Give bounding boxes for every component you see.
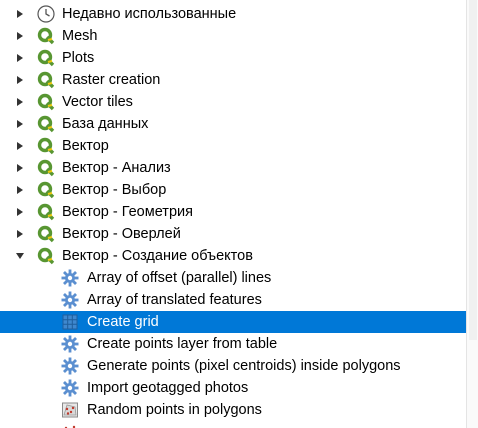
- expand-arrow-icon[interactable]: [14, 135, 26, 157]
- qgis-logo-icon: [36, 180, 56, 200]
- tree-group-label: Raster creation: [62, 72, 161, 88]
- qgis-logo-icon: [36, 202, 56, 222]
- expand-arrow-icon[interactable]: [14, 47, 26, 69]
- tree-group-vector-geometry[interactable]: Вектор - Геометрия: [0, 201, 466, 223]
- expand-arrow-icon[interactable]: [14, 157, 26, 179]
- tree-group-recent[interactable]: Недавно использованные: [0, 3, 466, 25]
- tree-item-partial[interactable]: [0, 421, 466, 428]
- tree-group-plots[interactable]: Plots: [0, 47, 466, 69]
- gear-icon: [60, 268, 80, 288]
- tree-item-label: Create points layer from table: [87, 336, 278, 352]
- tree-group-vector-overlay[interactable]: Вектор - Оверлей: [0, 223, 466, 245]
- random-points-icon: [60, 422, 80, 428]
- tree-group-label: Vector tiles: [62, 94, 133, 110]
- tree-item-create-grid[interactable]: Create grid: [0, 311, 466, 333]
- qgis-logo-icon: [36, 114, 56, 134]
- tree-group-label: Вектор - Оверлей: [62, 226, 181, 242]
- tree-group-vector-tiles[interactable]: Vector tiles: [0, 91, 466, 113]
- gear-icon: [60, 378, 80, 398]
- collapse-arrow-icon[interactable]: [14, 245, 26, 267]
- clock-icon: [36, 4, 56, 24]
- qgis-logo-icon: [36, 246, 56, 266]
- tree-group-label: Вектор: [62, 138, 109, 154]
- tree-group-mesh[interactable]: Mesh: [0, 25, 466, 47]
- tree-group-label: Plots: [62, 50, 95, 66]
- tree-group-label: Вектор - Анализ: [62, 160, 171, 176]
- tree-group-vector-analysis[interactable]: Вектор - Анализ: [0, 157, 466, 179]
- qgis-logo-icon: [36, 70, 56, 90]
- qgis-logo-icon: [36, 158, 56, 178]
- expand-arrow-icon[interactable]: [14, 69, 26, 91]
- expand-arrow-icon[interactable]: [14, 25, 26, 47]
- expand-arrow-icon[interactable]: [14, 201, 26, 223]
- tree-item-pixel-centroids[interactable]: Generate points (pixel centroids) inside…: [0, 355, 466, 377]
- grid-icon: [60, 312, 80, 332]
- tree-item-label: Array of offset (parallel) lines: [87, 270, 272, 286]
- tree-group-label: Mesh: [62, 28, 98, 44]
- tree-group-vector[interactable]: Вектор: [0, 135, 466, 157]
- tree-group-database[interactable]: База данных: [0, 113, 466, 135]
- tree-group-vector-selection[interactable]: Вектор - Выбор: [0, 179, 466, 201]
- expand-arrow-icon[interactable]: [14, 179, 26, 201]
- random-points-icon: [60, 400, 80, 420]
- tree-item-array-translated[interactable]: Array of translated features: [0, 289, 466, 311]
- qgis-logo-icon: [36, 92, 56, 112]
- qgis-logo-icon: [36, 26, 56, 46]
- tree-item-label: Create grid: [87, 314, 159, 330]
- tree-item-geotagged-photos[interactable]: Import geotagged photos: [0, 377, 466, 399]
- tree-item-random-points-polygons[interactable]: Random points in polygons: [0, 399, 466, 421]
- tree-group-label: Вектор - Геометрия: [62, 204, 193, 220]
- tree-group-label: Вектор - Создание объектов: [62, 248, 253, 264]
- tree-group-vector-creation[interactable]: Вектор - Создание объектов: [0, 245, 466, 267]
- tree-item-points-from-table[interactable]: Create points layer from table: [0, 333, 466, 355]
- tree-group-label: Недавно использованные: [62, 6, 237, 22]
- tree-item-label: Random points in polygons: [87, 402, 262, 418]
- tree-item-label: Import geotagged photos: [87, 380, 249, 396]
- tree-item-label: Generate points (pixel centroids) inside…: [87, 358, 401, 374]
- tree-item-label: Array of translated features: [87, 292, 262, 308]
- scrollbar-thumb[interactable]: [469, 0, 477, 340]
- tree-group-label: База данных: [62, 116, 149, 132]
- gear-icon: [60, 334, 80, 354]
- tree-group-raster-creation[interactable]: Raster creation: [0, 69, 466, 91]
- qgis-logo-icon: [36, 224, 56, 244]
- expand-arrow-icon[interactable]: [14, 3, 26, 25]
- processing-toolbox-tree[interactable]: Недавно использованные Mesh Plots Raster…: [0, 0, 466, 428]
- expand-arrow-icon[interactable]: [14, 113, 26, 135]
- expand-arrow-icon[interactable]: [14, 223, 26, 245]
- tree-item-array-offset-lines[interactable]: Array of offset (parallel) lines: [0, 267, 466, 289]
- gear-icon: [60, 290, 80, 310]
- qgis-logo-icon: [36, 136, 56, 156]
- gear-icon: [60, 356, 80, 376]
- tree-group-label: Вектор - Выбор: [62, 182, 167, 198]
- qgis-logo-icon: [36, 48, 56, 68]
- vertical-scrollbar[interactable]: [466, 0, 478, 428]
- expand-arrow-icon[interactable]: [14, 91, 26, 113]
